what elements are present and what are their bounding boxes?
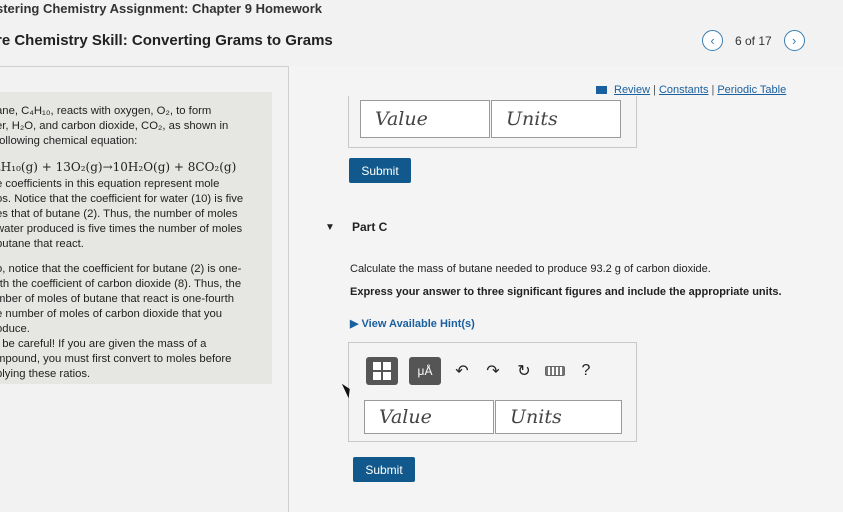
part-c-value-field[interactable]: Value [364,400,494,434]
next-item-button[interactable]: › [783,30,805,51]
units-button[interactable]: μÅ [409,357,441,385]
link-separator: | [653,84,656,96]
caret-right-icon: ▶ [350,318,362,330]
constants-link[interactable]: Constants [659,84,709,96]
part-b-value-field[interactable]: Value [360,100,490,138]
intro-p2-line4: water produced is five times the number … [0,223,243,235]
book-icon [596,86,607,94]
part-b-submit-button[interactable]: Submit [349,158,411,183]
part-c-question: Calculate the mass of butane needed to p… [350,263,711,275]
chemical-equation: ₄H₁₀(g) + 13O₂(g)→10H₂O(g) + 8CO₂(g) [0,160,237,174]
intro-p1-line3: following chemical equation: [0,135,138,147]
help-button[interactable]: ? [576,362,596,380]
review-link[interactable]: Review [614,84,650,96]
part-c-units-field[interactable]: Units [495,400,622,434]
intro-p3-line5: oduce. [0,323,30,335]
skill-title: re Chemistry Skill: Converting Grams to … [0,32,333,49]
intro-p3-line7: mpound, you must first convert to moles … [0,353,232,365]
chevron-right-icon: › [792,33,797,48]
intro-p3-line1: o, notice that the coefficient for butan… [0,263,242,275]
intro-p3-line6: t be careful! If you are given the mass … [0,338,207,350]
intro-p3-line4: e number of moles of carbon dioxide that… [0,308,223,320]
link-separator: | [711,84,715,96]
part-c-submit-button[interactable]: Submit [353,457,415,482]
part-c-toggle-icon[interactable]: ▼ [325,222,335,233]
part-c-instruction: Express your answer to three significant… [350,286,782,298]
intro-p2-line3: es that of butane (2). Thus, the number … [0,208,238,220]
reset-icon[interactable]: ↻ [514,361,534,381]
intro-p2-line5: butane that react. [0,238,84,250]
keyboard-icon[interactable] [545,366,565,376]
answer-toolbar: μÅ ↶ ↷ ↻ ? [355,348,620,394]
pager: ‹ 6 of 17 › [702,30,805,51]
assignment-title: stering Chemistry Assignment: Chapter 9 … [0,1,323,16]
prev-item-button[interactable]: ‹ [702,30,723,51]
part-b-units-field[interactable]: Units [491,100,621,138]
intro-p2-line2: os. Notice that the coefficient for wate… [0,193,244,205]
intro-p1-line1: ane, C₄H₁₀, reacts with oxygen, O₂, to f… [0,105,212,117]
chevron-left-icon: ‹ [710,33,715,48]
view-hints-label: View Available Hint(s) [361,318,475,330]
intro-p3-line8: plying these ratios. [0,368,91,380]
intro-p3-line3: mber of moles of butane that react is on… [0,293,234,305]
templates-icon [373,362,391,380]
intro-p1-line2: er, H₂O, and carbon dioxide, CO₂, as sho… [0,120,229,132]
intro-p3-line2: rth the coefficient of carbon dioxide (8… [0,278,242,290]
part-c-title[interactable]: Part C [352,220,387,234]
periodic-table-link[interactable]: Periodic Table [717,84,786,96]
pager-position: 6 of 17 [735,33,772,48]
toplinks: Review | Constants | Periodic Table [596,84,786,96]
intro-p2-line1: e coefficients in this equation represen… [0,178,220,190]
templates-button[interactable] [366,357,398,385]
redo-icon[interactable]: ↷ [483,361,503,381]
undo-icon[interactable]: ↶ [452,361,472,381]
view-hints-link[interactable]: ▶ View Available Hint(s) [350,317,475,330]
